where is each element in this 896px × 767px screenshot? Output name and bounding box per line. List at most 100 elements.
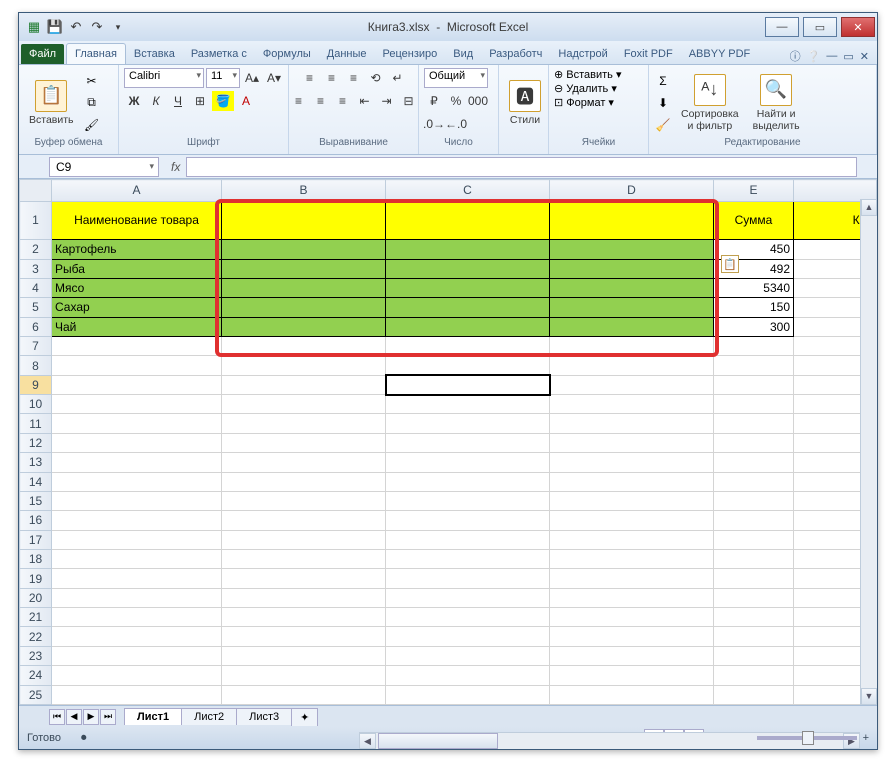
tab-foxit[interactable]: Foxit PDF xyxy=(616,44,681,64)
cell[interactable] xyxy=(714,375,794,394)
col-header-b[interactable]: B xyxy=(222,180,386,202)
cell[interactable] xyxy=(222,588,386,607)
row-header[interactable]: 24 xyxy=(20,666,52,685)
cell[interactable] xyxy=(52,433,222,452)
indent-inc-icon[interactable]: ⇥ xyxy=(377,91,397,111)
cell[interactable] xyxy=(550,240,714,259)
cell[interactable] xyxy=(550,337,714,356)
scroll-down-icon[interactable]: ▼ xyxy=(861,688,877,705)
copy-icon[interactable]: ⧉ xyxy=(83,94,101,112)
cell[interactable] xyxy=(714,685,794,705)
active-cell[interactable] xyxy=(386,375,550,394)
sheet-nav-next-icon[interactable]: ▶ xyxy=(83,709,99,725)
scroll-left-icon[interactable]: ◀ xyxy=(359,733,376,749)
autosum-icon[interactable]: Σ xyxy=(654,72,672,90)
orientation-icon[interactable]: ⟲ xyxy=(366,68,386,88)
align-top-icon[interactable]: ≡ xyxy=(300,68,320,88)
cell[interactable] xyxy=(550,588,714,607)
italic-button[interactable]: К xyxy=(146,91,166,111)
cell[interactable] xyxy=(714,472,794,491)
tab-abbyy[interactable]: ABBYY PDF xyxy=(681,44,759,64)
cell[interactable] xyxy=(52,491,222,510)
undo-icon[interactable]: ↶ xyxy=(67,18,85,36)
cell[interactable] xyxy=(714,549,794,568)
cell[interactable] xyxy=(386,608,550,627)
currency-icon[interactable]: ₽ xyxy=(424,91,444,111)
cell[interactable] xyxy=(222,530,386,549)
cell[interactable] xyxy=(714,414,794,433)
vertical-scrollbar[interactable]: ▲ ▼ xyxy=(860,199,877,705)
wrap-text-icon[interactable]: ↵ xyxy=(388,68,408,88)
row-header[interactable]: 7 xyxy=(20,337,52,356)
cell[interactable] xyxy=(714,627,794,646)
cell[interactable] xyxy=(386,337,550,356)
cell[interactable] xyxy=(222,453,386,472)
insert-cells-button[interactable]: ⊕ Вставить ▾ xyxy=(554,68,622,81)
cell[interactable] xyxy=(386,530,550,549)
cell[interactable] xyxy=(550,530,714,549)
cell[interactable] xyxy=(52,453,222,472)
cell[interactable] xyxy=(386,646,550,665)
cell[interactable] xyxy=(386,433,550,452)
cell[interactable] xyxy=(386,356,550,375)
border-button[interactable]: ⊞ xyxy=(190,91,210,111)
ribbon-minimize-icon[interactable]: ⓘ xyxy=(790,48,801,64)
styles-button[interactable]: 🅰 Стили xyxy=(504,70,546,136)
comma-icon[interactable]: 000 xyxy=(468,91,488,111)
cell[interactable]: 5340 xyxy=(714,278,794,297)
cell[interactable] xyxy=(714,453,794,472)
cell[interactable] xyxy=(714,491,794,510)
help-icon[interactable]: ❔ xyxy=(807,50,821,63)
align-bottom-icon[interactable]: ≡ xyxy=(344,68,364,88)
horizontal-scrollbar[interactable]: ◀ ▶ xyxy=(359,732,860,749)
name-box[interactable]: C9 xyxy=(49,157,159,177)
cell[interactable]: 300 xyxy=(714,317,794,336)
font-color-button[interactable]: A xyxy=(236,91,256,111)
cell[interactable] xyxy=(52,395,222,414)
cell[interactable] xyxy=(52,569,222,588)
inc-decimal-icon[interactable]: .0→ xyxy=(424,114,444,134)
tab-developer[interactable]: Разработч xyxy=(481,44,550,64)
minimize-button[interactable]: — xyxy=(765,17,799,37)
cell[interactable] xyxy=(714,511,794,530)
sheet-tab-1[interactable]: Лист1 xyxy=(124,708,182,725)
tab-addins[interactable]: Надстрой xyxy=(550,44,615,64)
cell[interactable] xyxy=(386,278,550,297)
paste-button[interactable]: 📋 Вставить xyxy=(24,70,79,136)
cell[interactable] xyxy=(550,317,714,336)
indent-dec-icon[interactable]: ⇤ xyxy=(355,91,375,111)
cell[interactable] xyxy=(386,201,550,240)
cell[interactable] xyxy=(222,472,386,491)
cell[interactable] xyxy=(222,298,386,317)
cell[interactable] xyxy=(52,666,222,685)
cell[interactable]: Рыба xyxy=(52,259,222,278)
cell[interactable] xyxy=(386,685,550,705)
font-size-select[interactable]: 11 xyxy=(206,68,240,88)
cell[interactable] xyxy=(386,549,550,568)
sheet-tab-2[interactable]: Лист2 xyxy=(181,708,237,725)
redo-icon[interactable]: ↷ xyxy=(88,18,106,36)
align-center-icon[interactable]: ≡ xyxy=(311,91,331,111)
row-header[interactable]: 15 xyxy=(20,491,52,510)
cut-icon[interactable]: ✂ xyxy=(83,72,101,90)
cell[interactable] xyxy=(550,201,714,240)
font-name-select[interactable]: Calibri xyxy=(124,68,204,88)
cell[interactable] xyxy=(222,259,386,278)
formula-input[interactable] xyxy=(186,157,857,177)
cell[interactable] xyxy=(386,317,550,336)
cell[interactable] xyxy=(222,569,386,588)
row-header[interactable]: 11 xyxy=(20,414,52,433)
decrease-font-icon[interactable]: A▾ xyxy=(264,68,284,88)
doc-max-icon[interactable]: ▭ xyxy=(843,50,853,63)
row-header[interactable]: 22 xyxy=(20,627,52,646)
align-middle-icon[interactable]: ≡ xyxy=(322,68,342,88)
cell[interactable] xyxy=(550,395,714,414)
cell[interactable] xyxy=(714,356,794,375)
tab-home[interactable]: Главная xyxy=(66,43,126,64)
paste-options-icon[interactable]: 📋 xyxy=(721,255,739,273)
cell[interactable] xyxy=(52,646,222,665)
cell[interactable] xyxy=(386,627,550,646)
tab-layout[interactable]: Разметка с xyxy=(183,44,255,64)
cell[interactable] xyxy=(550,433,714,452)
align-right-icon[interactable]: ≡ xyxy=(333,91,353,111)
